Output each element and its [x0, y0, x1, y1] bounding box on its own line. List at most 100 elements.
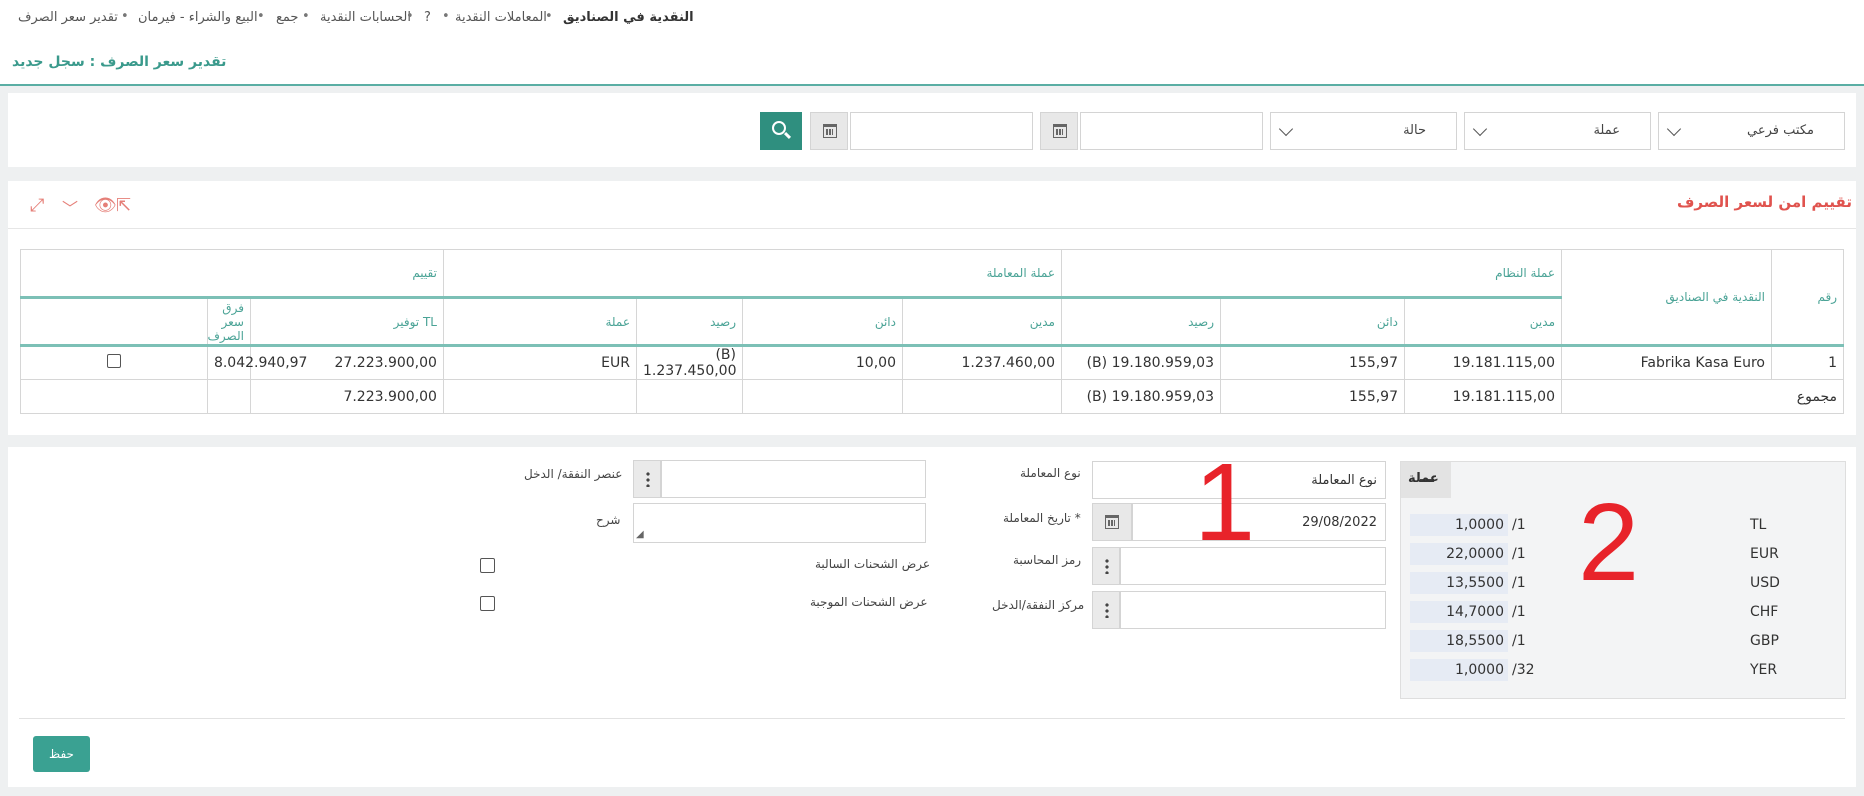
- breadcrumb-separator: •: [121, 9, 129, 24]
- show-positive-checkbox[interactable]: [480, 596, 495, 611]
- breadcrumb-item[interactable]: ?: [424, 10, 431, 25]
- expense-item-lookup-button[interactable]: [633, 460, 661, 498]
- transaction-date-value: 29/08/2022: [1302, 515, 1377, 530]
- transaction-type-value: نوع المعاملة: [1311, 473, 1377, 488]
- cell-currency: EUR: [442, 344, 637, 380]
- grid-panel: تقييم امن لسعر الصرف ⤢ ﹀ 👁 ⇱ رقم النقدية…: [8, 181, 1856, 435]
- divider: [8, 228, 1856, 229]
- currency-code: EUR: [1750, 546, 1779, 562]
- column-header-tx-balance[interactable]: رصيد: [635, 296, 743, 346]
- cost-center-label: مركز النفقة/الدخل: [992, 598, 1085, 612]
- currency-code: CHF: [1750, 604, 1779, 620]
- total-row: مجموع 19.181.115,00 155,97 (B) 19.180.95…: [20, 379, 1844, 414]
- search-button[interactable]: [760, 112, 802, 150]
- column-header-cash-box[interactable]: النقدية في الصناديق: [1561, 249, 1772, 346]
- share-icon[interactable]: ⇱: [116, 195, 131, 216]
- rate-value[interactable]: 1,0000: [1410, 659, 1508, 681]
- breadcrumb-item[interactable]: الحسابات النقدية: [320, 10, 411, 25]
- breadcrumb-separator: •: [406, 9, 414, 24]
- chevron-down-icon[interactable]: ﹀: [62, 195, 78, 219]
- group-header-evaluation: تقييم: [20, 249, 444, 298]
- table-row[interactable]: 1 Fabrika Kasa Euro 19.181.115,00 155,97…: [20, 344, 1844, 380]
- description-label: شرح: [596, 513, 621, 527]
- date-to-calendar-button[interactable]: [1040, 112, 1078, 150]
- branch-select-value: مكتب فرعي: [1747, 123, 1814, 138]
- status-select[interactable]: حالة: [1270, 112, 1457, 150]
- cost-center-input[interactable]: [1120, 591, 1386, 629]
- filter-panel: مكتب فرعي عملة حالة: [8, 93, 1856, 167]
- chevron-down-icon: [1278, 121, 1294, 137]
- cell-tx-debit: 1.237.460,00: [901, 344, 1062, 380]
- calendar-icon: [1053, 124, 1067, 138]
- cell-cash-box: Fabrika Kasa Euro: [1561, 344, 1772, 380]
- rate-row: 14,7000 /1 CHF: [1410, 601, 1830, 623]
- column-header-sys-credit[interactable]: دائن: [1220, 296, 1405, 346]
- cell-sys-credit: 155,97: [1220, 344, 1405, 380]
- breadcrumb-item[interactable]: البيع والشراء - فيرمان: [138, 10, 258, 25]
- rate-value[interactable]: 22,0000: [1410, 543, 1508, 565]
- rate-value[interactable]: 14,7000: [1410, 601, 1508, 623]
- date-from-calendar-button[interactable]: [810, 112, 848, 150]
- currency-code: TL: [1750, 517, 1767, 533]
- branch-select[interactable]: مكتب فرعي: [1658, 112, 1845, 150]
- chevron-down-icon: [1472, 121, 1488, 137]
- total-sys-debit: 19.181.115,00: [1404, 379, 1562, 414]
- expand-icon[interactable]: ⤢: [30, 195, 44, 216]
- rate-row: 1,0000 /32 YER: [1410, 659, 1830, 681]
- calendar-icon: [1105, 515, 1119, 529]
- total-sys-balance: (B) 19.180.959,03: [1060, 379, 1222, 414]
- more-vertical-icon: [646, 471, 650, 487]
- show-negative-checkbox[interactable]: [480, 558, 495, 573]
- breadcrumb-separator: •: [302, 9, 310, 24]
- accounting-code-lookup-button[interactable]: [1092, 547, 1120, 585]
- transaction-date-input[interactable]: 29/08/2022: [1132, 503, 1386, 541]
- column-header-sys-debit[interactable]: مدين: [1404, 296, 1562, 346]
- rate-value[interactable]: 18,5500: [1410, 630, 1508, 652]
- column-header-sys-balance[interactable]: رصيد: [1060, 296, 1222, 346]
- cell-sys-balance: (B) 19.180.959,03: [1060, 344, 1222, 380]
- chevron-down-icon: [1666, 121, 1682, 137]
- annotation-number-1: 1: [1194, 441, 1256, 564]
- rate-divisor: /1: [1512, 633, 1526, 649]
- total-label: مجموع: [1561, 379, 1844, 414]
- transaction-date-calendar-button[interactable]: [1092, 503, 1132, 541]
- show-negative-label: عرض الشحنات السالبة: [815, 557, 930, 571]
- row-checkbox[interactable]: [106, 354, 121, 368]
- description-textarea[interactable]: ◢: [633, 503, 926, 543]
- expense-item-input[interactable]: [661, 460, 926, 498]
- cell-tx-credit: 10,00: [741, 344, 903, 380]
- eye-icon[interactable]: 👁: [94, 195, 117, 216]
- group-header-system-currency: عملة النظام: [1060, 249, 1563, 298]
- column-header-fx-diff[interactable]: فرق سعر الصرف: [206, 296, 251, 346]
- cell-fx-diff: 8.042.940,97: [206, 344, 307, 380]
- title-bar: تقدير سعر الصرف : سجل جديد: [0, 40, 1864, 86]
- breadcrumb-current: النقدية في الصناديق: [563, 10, 694, 25]
- column-header-tx-debit[interactable]: مدين: [901, 296, 1062, 346]
- breadcrumb-separator: •: [442, 9, 450, 24]
- breadcrumb-item[interactable]: تقدير سعر الصرف: [18, 10, 118, 25]
- currency-code: YER: [1750, 662, 1778, 678]
- status-select-value: حالة: [1403, 123, 1426, 138]
- column-header-tx-credit[interactable]: دائن: [741, 296, 903, 346]
- column-header-currency[interactable]: عملة: [442, 296, 637, 346]
- date-from-input[interactable]: [850, 112, 1033, 150]
- currency-select[interactable]: عملة: [1464, 112, 1651, 150]
- resize-handle-icon[interactable]: ◢: [636, 529, 644, 540]
- date-to-input[interactable]: [1080, 112, 1263, 150]
- rate-value[interactable]: 1,0000: [1410, 514, 1508, 536]
- breadcrumb-item[interactable]: جمع: [276, 10, 298, 25]
- currency-select-value: عملة: [1593, 123, 1620, 138]
- currency-code: GBP: [1750, 633, 1779, 649]
- total-tl-saving: 7.223.900,00: [249, 379, 444, 414]
- column-header-number[interactable]: رقم: [1771, 249, 1844, 346]
- cost-center-lookup-button[interactable]: [1092, 591, 1120, 629]
- annotation-number-2: 2: [1578, 481, 1640, 604]
- rate-value[interactable]: 13,5500: [1410, 572, 1508, 594]
- accounting-code-label: رمز المحاسبة: [1013, 553, 1082, 567]
- cell-select: [20, 344, 208, 380]
- save-button[interactable]: حفظ: [33, 736, 90, 772]
- cell-tx-balance: (B) 1.237.450,00: [635, 344, 743, 380]
- breadcrumb-item[interactable]: المعاملات النقدية: [455, 10, 547, 25]
- column-header-tl-saving[interactable]: TL توفير: [249, 296, 444, 346]
- currency-box-heading: عملة: [1408, 471, 1439, 486]
